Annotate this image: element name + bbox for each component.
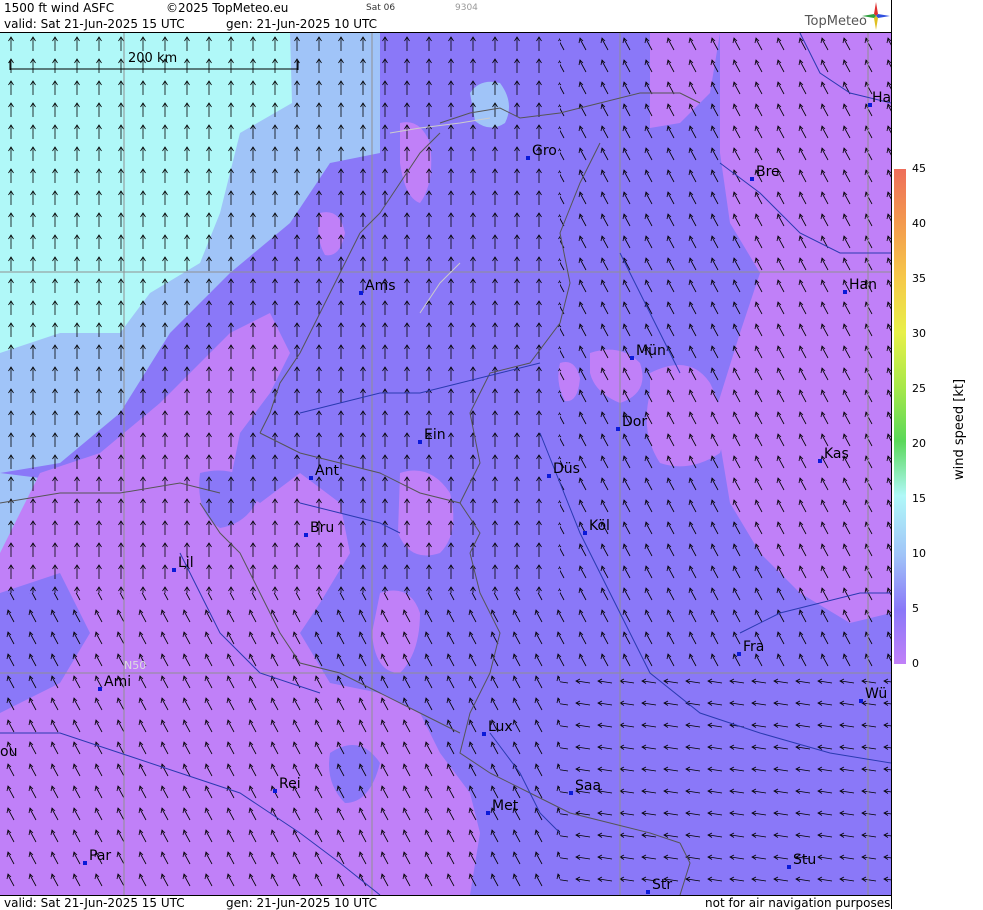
city-label: Ha (872, 90, 891, 106)
copyright: ©2025 TopMeteo.eu (166, 1, 289, 15)
disclaimer: not for air navigation purposes (705, 896, 891, 910)
legend-tick: 20 (912, 437, 926, 450)
city-marker[interactable]: Str (646, 877, 673, 894)
city-marker[interactable]: Lux (482, 719, 513, 736)
city-label: Saa (575, 778, 602, 794)
panel-divider (891, 0, 892, 909)
city-label: Stu (793, 852, 817, 868)
tile-code: 9304 (455, 3, 478, 13)
city-label: Wü (865, 686, 888, 702)
legend-tick: 35 (912, 272, 926, 285)
wind-arrows-south (0, 593, 560, 895)
valid-time: valid: Sat 21-Jun-2025 15 UTC (4, 17, 185, 31)
city-marker[interactable]: Fra (737, 639, 765, 656)
city-marker[interactable]: Ami (98, 674, 132, 691)
legend-tick: 15 (912, 492, 926, 505)
city-label: Han (849, 277, 877, 293)
latitude-label: N50 (124, 659, 147, 672)
city-label: Lux (488, 719, 513, 735)
city-label: Par (89, 848, 112, 864)
city-label: Ami (104, 674, 132, 690)
legend-tick: 0 (912, 657, 919, 670)
footer-valid-time: valid: Sat 21-Jun-2025 15 UTC (4, 896, 185, 910)
wind-arrows-west (560, 673, 891, 895)
legend-title: wind speed [kt] (952, 378, 967, 480)
city-label: Dor (622, 414, 648, 430)
legend-tick: 25 (912, 382, 926, 395)
legend-tick: 30 (912, 327, 926, 340)
city-marker[interactable]: Mün (630, 343, 666, 360)
city-marker[interactable]: Par (83, 848, 112, 865)
city-marker[interactable]: Dor (616, 414, 648, 431)
city-label: Str (652, 877, 673, 893)
city-marker[interactable]: Rei (273, 776, 301, 793)
map-header: 1500 ft wind ASFC ©2025 TopMeteo.eu Sat … (0, 0, 891, 33)
city-label: Fra (743, 639, 765, 655)
city-marker[interactable]: Kas (818, 446, 849, 463)
city-marker[interactable]: ou (0, 744, 17, 760)
city-marker[interactable]: Wü (859, 686, 888, 703)
product-title: 1500 ft wind ASFC (4, 1, 115, 15)
city-marker[interactable]: Düs (547, 461, 580, 478)
city-label: Rei (279, 776, 301, 792)
city-label: ou (0, 744, 18, 760)
legend-tick: 10 (912, 547, 926, 560)
compass-logo-icon (862, 2, 890, 30)
city-label: Ein (424, 427, 446, 443)
city-marker[interactable]: Lil (172, 555, 194, 572)
legend-tick: 40 (912, 217, 926, 230)
city-label: Bru (310, 520, 335, 536)
wind-arrows-north (0, 33, 560, 593)
wind-field (0, 33, 891, 895)
city-marker[interactable]: Bre (750, 164, 780, 181)
wind-arrows-northwest (560, 33, 891, 673)
city-marker[interactable]: Bru (304, 520, 335, 537)
map-footer: valid: Sat 21-Jun-2025 15 UTC gen: 21-Ju… (0, 895, 891, 910)
city-marker[interactable]: Ein (418, 427, 446, 444)
city-marker[interactable]: Ant (309, 463, 339, 480)
city-marker[interactable]: Ams (359, 278, 396, 295)
topmeteo-logo: TopMeteo (804, 14, 867, 29)
city-label: Gro (532, 143, 557, 159)
city-marker[interactable]: Köl (583, 518, 610, 535)
footer-generated-time: gen: 21-Jun-2025 10 UTC (226, 896, 378, 910)
city-marker[interactable]: Met (486, 798, 519, 815)
city-label: Kas (824, 446, 849, 462)
city-marker[interactable]: Saa (569, 778, 602, 795)
city-label: Met (492, 798, 519, 814)
legend-tick: 5 (912, 602, 919, 615)
city-label: Ant (315, 463, 339, 479)
legend-tick: 45 (912, 162, 926, 175)
wind-speed-colorbar (894, 169, 906, 664)
city-label: Köl (589, 518, 610, 534)
day-code: Sat 06 (366, 3, 396, 13)
city-label: Düs (553, 461, 580, 477)
city-label: Lil (178, 555, 194, 571)
city-label: Mün (636, 343, 666, 359)
city-marker[interactable]: Gro (526, 143, 557, 160)
city-marker[interactable]: Stu (787, 852, 817, 869)
scale-bar-label: 200 km (128, 51, 178, 66)
city-label: Ams (365, 278, 396, 294)
generated-time: gen: 21-Jun-2025 10 UTC (226, 17, 378, 31)
city-marker[interactable]: Han (843, 277, 877, 294)
city-marker[interactable]: Ha (868, 90, 891, 107)
city-label: Bre (756, 164, 780, 180)
wind-map[interactable]: 200 km N50 Ha Gro Bre Ams Han Mün Ein Do… (0, 33, 891, 895)
